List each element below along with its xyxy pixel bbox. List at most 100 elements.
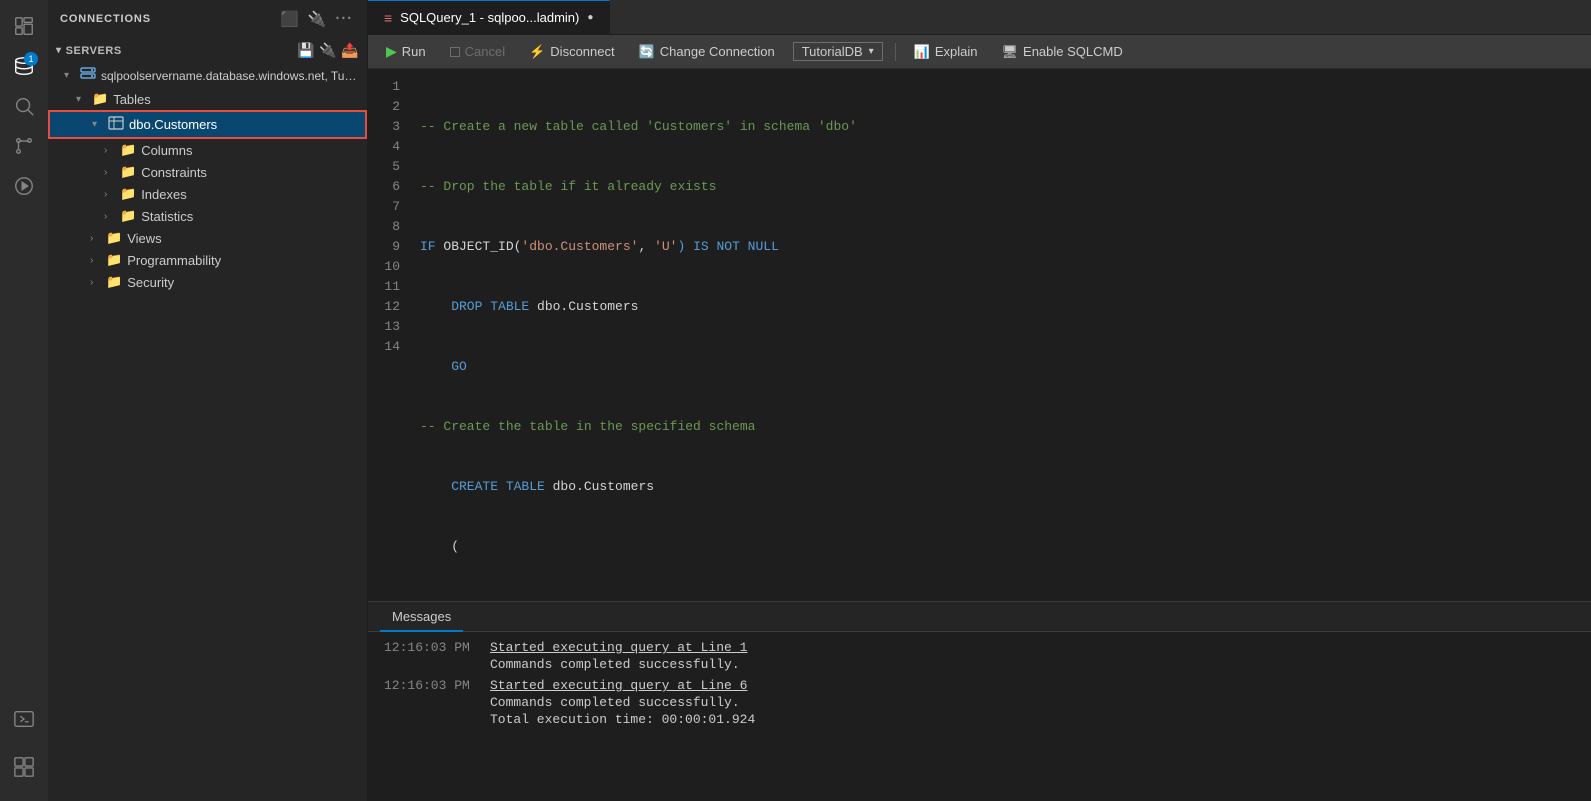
toolbar-separator-1: [895, 43, 896, 61]
constraints-label: Constraints: [141, 165, 207, 180]
cancel-label: Cancel: [465, 44, 505, 59]
code-line-7: CREATE TABLE dbo.Customers: [420, 477, 1579, 497]
server-icon: [80, 66, 96, 85]
tables-label: Tables: [113, 92, 151, 107]
run-icon[interactable]: [6, 168, 42, 204]
messages-panel: Messages 12:16:03 PM Started executing q…: [368, 601, 1591, 801]
programmability-node[interactable]: › 📁 Programmability: [48, 249, 367, 271]
query-tab[interactable]: ≡ SQLQuery_1 - sqlpoo...ladmin) ●: [368, 0, 610, 34]
run-label: Run: [402, 44, 426, 59]
explain-icon: 📊: [914, 44, 930, 60]
save-icon[interactable]: ⬛: [278, 8, 302, 30]
msg-detail-1: Commands completed successfully.: [490, 657, 747, 672]
run-button[interactable]: ▶ Run: [380, 41, 432, 62]
columns-node[interactable]: › 📁 Columns: [48, 139, 367, 161]
table-icon: [108, 115, 124, 134]
constraints-folder-icon: 📁: [120, 164, 136, 180]
code-line-6: -- Create the table in the specified sch…: [420, 417, 1579, 437]
files-icon[interactable]: [6, 8, 42, 44]
tables-node[interactable]: ▾ 📁 Tables: [48, 88, 367, 110]
enable-sqlcmd-button[interactable]: 🖥 Enable SQLCMD: [996, 42, 1129, 62]
messages-tab-bar: Messages: [368, 602, 1591, 632]
toolbar: ▶ Run Cancel ⚡ Disconnect 🔄 Change Conne…: [368, 35, 1591, 69]
servers-chevron: ▾: [56, 45, 62, 56]
notification-badge: 1: [24, 52, 38, 66]
code-line-5: GO: [420, 357, 1579, 377]
msg-col-1: Started executing query at Line 1 Comman…: [490, 640, 747, 672]
search-icon[interactable]: [6, 88, 42, 124]
indexes-chevron: ›: [104, 189, 120, 200]
programmability-folder-icon: 📁: [106, 252, 122, 268]
change-connection-button[interactable]: 🔄 Change Connection: [633, 42, 781, 62]
constraints-chevron: ›: [104, 167, 120, 178]
db-name: TutorialDB: [802, 44, 863, 59]
disconnect-button[interactable]: ⚡ Disconnect: [523, 42, 621, 62]
disconnect-label: Disconnect: [550, 44, 614, 59]
messages-content: 12:16:03 PM Started executing query at L…: [368, 632, 1591, 801]
tab-bar: ≡ SQLQuery_1 - sqlpoo...ladmin) ●: [368, 0, 1591, 35]
customers-chevron: ▾: [92, 119, 108, 130]
indexes-label: Indexes: [141, 187, 187, 202]
security-chevron: ›: [90, 277, 106, 288]
statistics-label: Statistics: [141, 209, 193, 224]
msg-time-1: 12:16:03 PM: [384, 640, 474, 672]
code-content[interactable]: -- Create a new table called 'Customers'…: [408, 69, 1591, 601]
indexes-folder-icon: 📁: [120, 186, 136, 202]
message-row-1: 12:16:03 PM Started executing query at L…: [384, 640, 1575, 672]
servers-label: SERVERS: [66, 45, 122, 57]
explain-label: Explain: [935, 44, 978, 59]
save-servers-icon[interactable]: 💾: [297, 42, 315, 59]
db-selector[interactable]: TutorialDB ▾: [793, 42, 883, 61]
server-name: sqlpoolservername.database.windows.net, …: [101, 69, 359, 83]
server-node[interactable]: ▾ sqlpoolservername.database.windows.net…: [48, 63, 367, 88]
views-label: Views: [127, 231, 161, 246]
export-icon[interactable]: 📤: [341, 42, 359, 59]
customers-label: dbo.Customers: [129, 117, 217, 132]
msg-link-1: Started executing query at Line 1: [490, 640, 747, 655]
code-line-8: (: [420, 537, 1579, 557]
security-folder-icon: 📁: [106, 274, 122, 290]
security-label: Security: [127, 275, 174, 290]
tables-chevron: ▾: [76, 94, 92, 105]
sql-icon: ≡: [384, 10, 392, 26]
dbo-customers-node[interactable]: ▾ dbo.Customers: [48, 110, 367, 139]
connect-icon[interactable]: 🔌: [319, 42, 337, 59]
statistics-chevron: ›: [104, 211, 120, 222]
terminal-icon[interactable]: [6, 701, 42, 737]
sqlcmd-icon: 🖥: [1002, 44, 1019, 60]
messages-tab[interactable]: Messages: [380, 605, 463, 632]
tab-title: SQLQuery_1 - sqlpoo...ladmin): [400, 10, 579, 25]
code-editor[interactable]: 1 2 3 4 5 6 7 8 9 10 11 12 13 14 -- Crea…: [368, 69, 1591, 601]
source-control-icon[interactable]: [6, 128, 42, 164]
msg-col-2: Started executing query at Line 6 Comman…: [490, 678, 755, 727]
programmability-chevron: ›: [90, 255, 106, 266]
indexes-node[interactable]: › 📁 Indexes: [48, 183, 367, 205]
servers-section[interactable]: ▾ SERVERS 💾 🔌 📤: [48, 38, 367, 63]
cancel-button[interactable]: Cancel: [444, 42, 511, 61]
constraints-node[interactable]: › 📁 Constraints: [48, 161, 367, 183]
statistics-node[interactable]: › 📁 Statistics: [48, 205, 367, 227]
more-actions-icon[interactable]: ···: [333, 8, 355, 30]
programmability-label: Programmability: [127, 253, 221, 268]
columns-chevron: ›: [104, 145, 120, 156]
db-dropdown-icon: ▾: [869, 46, 874, 57]
explain-button[interactable]: 📊 Explain: [908, 42, 984, 62]
main-area: ≡ SQLQuery_1 - sqlpoo...ladmin) ● ▶ Run …: [368, 0, 1591, 801]
cancel-icon: [450, 47, 460, 57]
views-node[interactable]: › 📁 Views: [48, 227, 367, 249]
line-numbers: 1 2 3 4 5 6 7 8 9 10 11 12 13 14: [368, 69, 408, 601]
message-row-2: 12:16:03 PM Started executing query at L…: [384, 678, 1575, 727]
msg-detail-2: Commands completed successfully.: [490, 695, 755, 710]
tab-modified-dot: ●: [587, 12, 593, 23]
activity-bar: 1: [0, 0, 48, 801]
security-node[interactable]: › 📁 Security: [48, 271, 367, 293]
code-line-1: -- Create a new table called 'Customers'…: [420, 117, 1579, 137]
code-line-3: IF OBJECT_ID('dbo.Customers', 'U') IS NO…: [420, 237, 1579, 257]
sidebar: CONNECTIONS ⬛ 🔌 ··· ▾ SERVERS 💾 🔌 📤 ▾: [48, 0, 368, 801]
code-line-4: DROP TABLE dbo.Customers: [420, 297, 1579, 317]
run-play-icon: ▶: [386, 43, 397, 60]
enable-sqlcmd-label: Enable SQLCMD: [1023, 44, 1123, 59]
connections-icon[interactable]: 1: [6, 48, 42, 84]
new-connection-icon[interactable]: 🔌: [306, 8, 330, 30]
extensions-icon[interactable]: [6, 749, 42, 785]
